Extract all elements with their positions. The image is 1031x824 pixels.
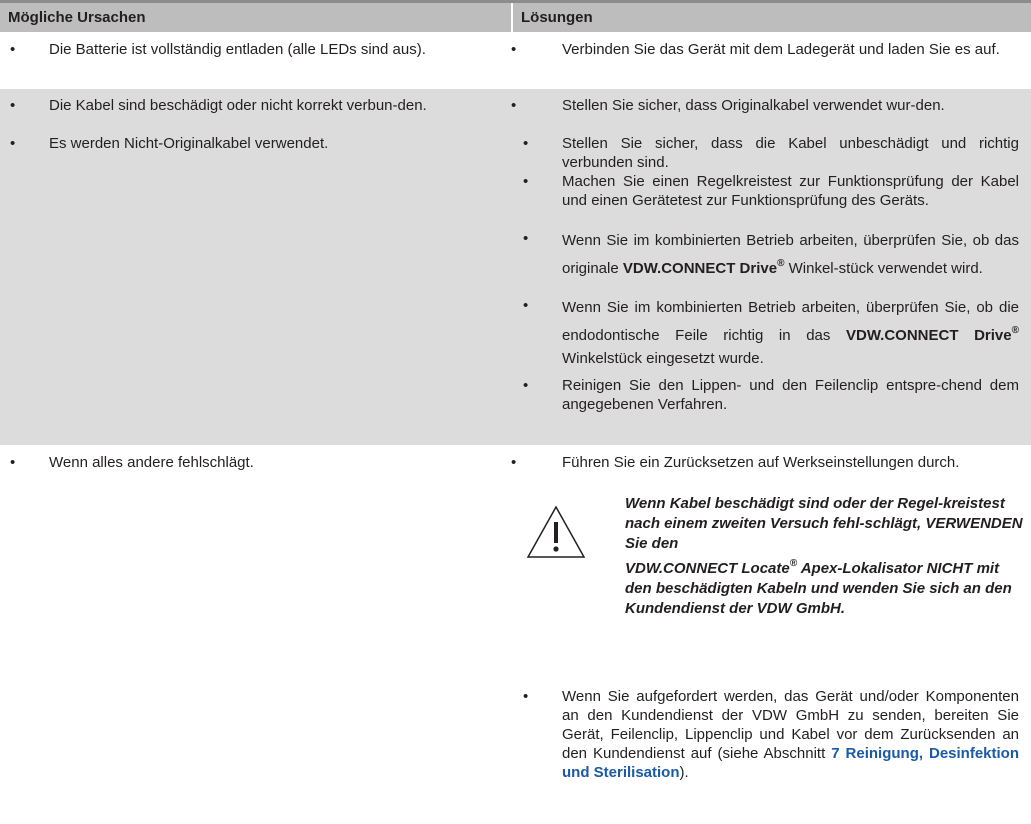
- header-solutions-label: Lösungen: [521, 9, 593, 26]
- causes-cell: • Die Batterie ist vollständig entladen …: [0, 33, 511, 88]
- solution-item: Machen Sie einen Regelkreistest zur Funk…: [562, 173, 1019, 209]
- registered-mark: ®: [1011, 325, 1019, 336]
- solutions-cell: • Führen Sie ein Zurücksetzen auf Werkse…: [511, 446, 1031, 824]
- solution-item: Wenn Sie im kombinierten Betrieb arbeite…: [562, 296, 1019, 370]
- warning-triangle-icon: [526, 505, 586, 558]
- cause-item: Es werden Nicht-Originalkabel verwendet.: [49, 135, 329, 152]
- bullet: •: [511, 41, 517, 58]
- bullet: •: [10, 454, 16, 471]
- table-row: • Die Kabel sind beschädigt oder nicht k…: [0, 89, 1031, 445]
- solution-item: Wenn Sie aufgefordert werden, das Gerät …: [562, 687, 1019, 782]
- bullet: •: [523, 135, 529, 152]
- brand-name: VDW.CONNECT Drive: [622, 260, 778, 277]
- table-row: • Wenn alles andere fehlschlägt. • Führe…: [0, 446, 1031, 824]
- bullet: •: [10, 97, 16, 114]
- solution-text: ).: [679, 764, 689, 781]
- registered-mark: ®: [789, 558, 798, 569]
- bullet: •: [523, 688, 529, 705]
- header-causes: Mögliche Ursachen: [0, 3, 511, 32]
- solution-item: Führen Sie ein Zurücksetzen auf Werksein…: [562, 454, 960, 471]
- solutions-cell: • Verbinden Sie das Gerät mit dem Ladege…: [511, 33, 1031, 88]
- solution-item: Verbinden Sie das Gerät mit dem Ladegerä…: [562, 41, 1000, 58]
- causes-cell: • Die Kabel sind beschädigt oder nicht k…: [0, 89, 511, 445]
- header-solutions: Lösungen: [513, 3, 1031, 32]
- bullet: •: [523, 230, 529, 247]
- bullet: •: [523, 377, 529, 394]
- solution-text: Winkelstück eingesetzt wurde.: [562, 350, 764, 367]
- brand-name: VDW.CONNECT Drive: [845, 327, 1012, 344]
- table-row: • Die Batterie ist vollständig entladen …: [0, 33, 1031, 88]
- bullet: •: [10, 135, 16, 152]
- cause-item: Wenn alles andere fehlschlägt.: [49, 454, 254, 471]
- bullet: •: [523, 173, 529, 190]
- solutions-cell: • Stellen Sie sicher, dass Originalkabel…: [511, 89, 1031, 445]
- causes-cell: • Wenn alles andere fehlschlägt.: [0, 446, 511, 824]
- solution-item: Stellen Sie sicher, dass die Kabel unbes…: [562, 135, 1019, 171]
- solution-item: Reinigen Sie den Lippen- und den Feilenc…: [562, 377, 1019, 413]
- warning-text: Wenn Kabel beschädigt sind oder der Rege…: [625, 494, 1023, 619]
- solution-item: Wenn Sie im kombinierten Betrieb arbeite…: [562, 229, 1019, 280]
- brand-name: VDW.CONNECT Locate: [625, 560, 790, 577]
- bullet: •: [511, 454, 517, 471]
- cause-item: Die Batterie ist vollständig entladen (a…: [49, 41, 426, 58]
- solution-text: Winkel-stück verwendet wird.: [784, 260, 983, 277]
- solution-item: Stellen Sie sicher, dass Originalkabel v…: [562, 97, 945, 114]
- cause-item: Die Kabel sind beschädigt oder nicht kor…: [49, 97, 427, 114]
- warning-text-part: Wenn Kabel beschädigt sind oder der Rege…: [625, 495, 1023, 552]
- bullet: •: [523, 297, 529, 314]
- bullet: •: [511, 97, 517, 114]
- bullet: •: [10, 41, 16, 58]
- header-causes-label: Mögliche Ursachen: [8, 9, 146, 26]
